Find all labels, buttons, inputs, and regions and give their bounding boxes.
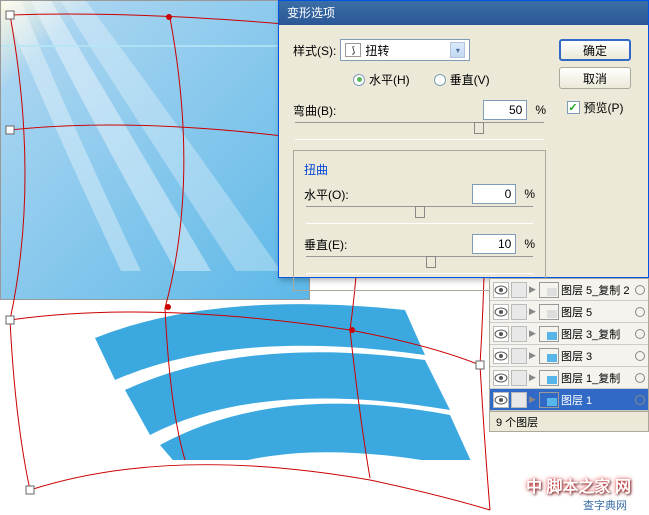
watermark: 中 脚本之家 网 xyxy=(526,473,631,497)
lock-cell[interactable] xyxy=(511,326,527,342)
radio-dot-icon xyxy=(353,74,365,86)
vdist-label: 垂直(E): xyxy=(304,236,356,253)
layer-thumb xyxy=(539,304,559,320)
triangle-icon[interactable]: ▶ xyxy=(529,284,537,295)
layers-panel: ▶ 图层 5_复制 2 ▶ 图层 5 ▶ 图层 3_复制 ▶ 图层 3 ▶ 图层 1_复制 ▶ 图层 … xyxy=(489,278,649,432)
warp-options-dialog: 变形选项 样式(S): ⟆ 扭转 ▾ 水平(H) 垂直(V) 弯曲(B): % xyxy=(278,0,649,278)
layer-row[interactable]: ▶ 图层 5_复制 2 xyxy=(490,279,648,301)
triangle-icon[interactable]: ▶ xyxy=(529,306,537,317)
layer-name[interactable]: 图层 3_复制 xyxy=(561,326,633,342)
layer-target-icon[interactable] xyxy=(635,329,645,339)
layer-thumb xyxy=(539,392,559,408)
check-icon: ✓ xyxy=(567,101,580,114)
lock-cell[interactable] xyxy=(511,304,527,320)
hdist-label: 水平(O): xyxy=(304,186,356,203)
layer-row[interactable]: ▶ 图层 1_复制 xyxy=(490,367,648,389)
eye-icon[interactable] xyxy=(493,304,509,320)
vdist-slider[interactable] xyxy=(306,256,533,274)
layer-row[interactable]: ▶ 图层 1 xyxy=(490,389,648,411)
layer-name[interactable]: 图层 5 xyxy=(561,304,633,320)
distort-title: 扭曲 xyxy=(300,161,332,178)
layer-name[interactable]: 图层 5_复制 2 xyxy=(561,282,633,298)
triangle-icon[interactable]: ▶ xyxy=(529,372,537,383)
eye-icon[interactable] xyxy=(493,392,509,408)
eye-icon[interactable] xyxy=(493,282,509,298)
layer-row[interactable]: ▶ 图层 3 xyxy=(490,345,648,367)
layer-thumb xyxy=(539,326,559,342)
triangle-icon[interactable]: ▶ xyxy=(529,350,537,361)
watermark2: 查字典网 xyxy=(583,497,627,513)
vdist-input[interactable] xyxy=(472,234,516,254)
twist-icon: ⟆ xyxy=(345,43,361,57)
dialog-title[interactable]: 变形选项 xyxy=(279,1,648,25)
layer-target-icon[interactable] xyxy=(635,351,645,361)
cancel-button[interactable]: 取消 xyxy=(559,67,631,89)
layers-footer: 9 个图层 xyxy=(490,411,648,431)
distort-fieldset: 扭曲 水平(O): % 垂直(E): % xyxy=(293,150,546,291)
hdist-slider[interactable] xyxy=(306,206,533,224)
radio-empty-icon xyxy=(434,74,446,86)
layer-row[interactable]: ▶ 图层 5 xyxy=(490,301,648,323)
bend-label: 弯曲(B): xyxy=(293,102,345,119)
bend-slider[interactable] xyxy=(295,122,544,140)
layer-thumb xyxy=(539,370,559,386)
layer-thumb xyxy=(539,282,559,298)
eye-icon[interactable] xyxy=(493,348,509,364)
style-value: 扭转 xyxy=(365,42,389,59)
triangle-icon[interactable]: ▶ xyxy=(529,328,537,339)
lock-cell[interactable] xyxy=(511,392,527,408)
style-label: 样式(S): xyxy=(293,42,336,59)
layer-thumb xyxy=(539,348,559,364)
style-combo[interactable]: ⟆ 扭转 ▾ xyxy=(340,39,470,61)
radio-vertical[interactable]: 垂直(V) xyxy=(434,71,490,88)
slider-thumb-icon[interactable] xyxy=(426,256,436,268)
layer-name[interactable]: 图层 1_复制 xyxy=(561,370,633,386)
slider-thumb-icon[interactable] xyxy=(415,206,425,218)
layer-row[interactable]: ▶ 图层 3_复制 xyxy=(490,323,648,345)
radio-horizontal[interactable]: 水平(H) xyxy=(353,71,410,88)
lock-cell[interactable] xyxy=(511,282,527,298)
ok-button[interactable]: 确定 xyxy=(559,39,631,61)
slider-thumb-icon[interactable] xyxy=(474,122,484,134)
preview-checkbox[interactable]: ✓ 预览(P) xyxy=(567,99,624,116)
layer-target-icon[interactable] xyxy=(635,373,645,383)
lock-cell[interactable] xyxy=(511,348,527,364)
chevron-down-icon[interactable]: ▾ xyxy=(450,42,465,58)
lock-cell[interactable] xyxy=(511,370,527,386)
hdist-input[interactable] xyxy=(472,184,516,204)
layer-target-icon[interactable] xyxy=(635,285,645,295)
layer-target-icon[interactable] xyxy=(635,307,645,317)
eye-icon[interactable] xyxy=(493,370,509,386)
eye-icon[interactable] xyxy=(493,326,509,342)
layer-name[interactable]: 图层 3 xyxy=(561,348,633,364)
percent-label: % xyxy=(535,103,546,117)
layer-name[interactable]: 图层 1 xyxy=(561,392,633,408)
triangle-icon[interactable]: ▶ xyxy=(529,394,537,405)
bend-input[interactable] xyxy=(483,100,527,120)
layer-target-icon[interactable] xyxy=(635,395,645,405)
